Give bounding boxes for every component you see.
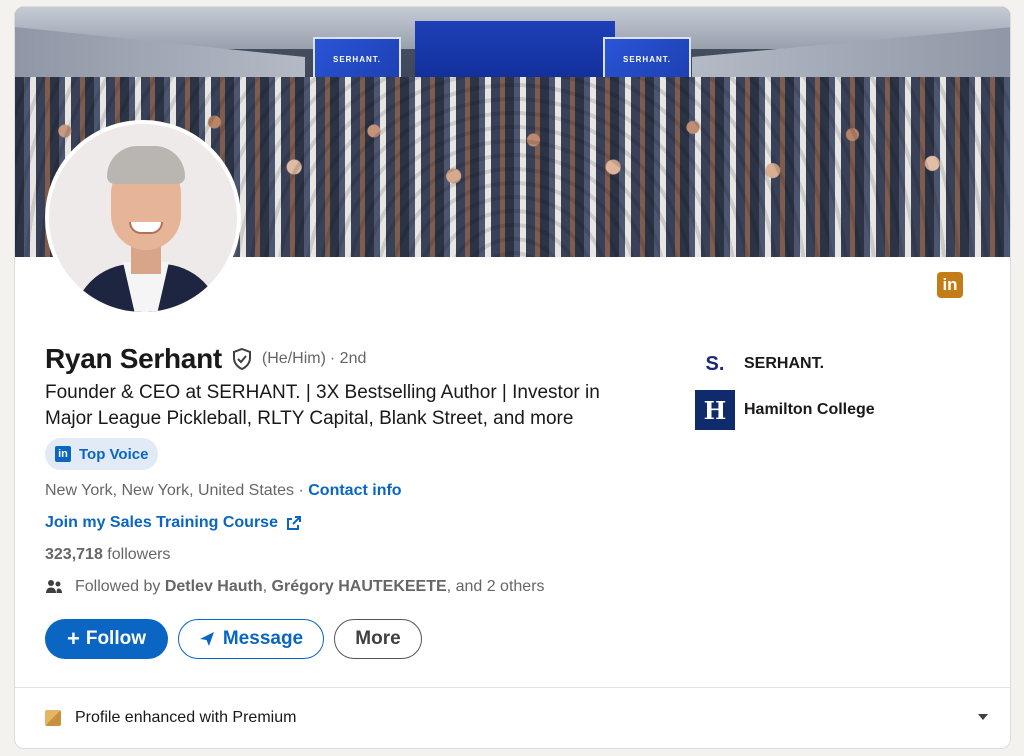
profile-name: Ryan Serhant (45, 343, 222, 374)
top-voice-badge[interactable]: in Top Voice (45, 438, 159, 470)
followed-by-prefix: Followed by (75, 578, 161, 595)
plus-icon: + (66, 626, 80, 651)
premium-label: Profile enhanced with Premium (75, 709, 297, 726)
location-row: New York, New York, United States · Cont… (45, 482, 402, 500)
top-voice-label: Top Voice (79, 445, 149, 463)
more-button[interactable]: More (334, 619, 422, 659)
message-label: Message (222, 628, 304, 649)
more-label: More (355, 628, 401, 649)
headline: Founder & CEO at SERHANT. | 3X Bestselli… (45, 382, 600, 429)
message-button[interactable]: Message (178, 619, 324, 659)
connection-degree: · 2nd (329, 350, 367, 367)
pronouns: (He/Him) (261, 350, 326, 367)
followers-label: followers (102, 546, 171, 563)
school-name-hamilton: Hamilton College (744, 401, 875, 418)
profile-card: SERHANT. SERHANT. in Ryan Serhant (He/Hi… (14, 6, 1011, 749)
mutual-follower-2[interactable]: Grégory HAUTEKEETE (272, 578, 447, 596)
linkedin-mini-icon: in (55, 446, 71, 462)
location: New York, New York, United States · (45, 482, 309, 499)
linkedin-icon[interactable]: in (937, 272, 963, 298)
avatar-hair (107, 146, 185, 184)
followed-by-sep: , (262, 578, 268, 595)
followers-count: 323,718 followers (45, 546, 170, 564)
course-link-label: Join my Sales Training Course (45, 514, 278, 531)
premium-icon (45, 710, 61, 726)
profile-photo[interactable] (45, 120, 241, 316)
company-name-serhant: SERHANT. (744, 355, 825, 372)
company-serhant[interactable]: S. SERHANT. (695, 349, 824, 379)
serhant-logo: S. (705, 352, 725, 375)
name-row: Ryan Serhant (He/Him) · 2nd (45, 343, 366, 375)
school-hamilton[interactable]: H Hamilton College (695, 390, 875, 430)
sales-course-link[interactable]: Join my Sales Training Course (45, 514, 302, 532)
follow-button[interactable]: + Follow (45, 619, 168, 659)
followers-number: 323,718 (45, 546, 103, 563)
hamilton-logo: H (695, 390, 735, 430)
verified-shield-icon[interactable] (230, 347, 254, 371)
mutual-followers[interactable]: Followed by Detlev Hauth, Grégory HAUTEK… (45, 578, 545, 596)
profile-actions: + Follow Message More (45, 619, 422, 659)
mutual-follower-1[interactable]: Detlev Hauth (165, 578, 263, 596)
caret-down-icon[interactable] (977, 711, 989, 723)
external-link-icon (286, 516, 301, 530)
people-icon (46, 580, 62, 593)
divider (15, 687, 1010, 688)
send-icon (199, 632, 214, 646)
followed-by-suffix: , and 2 others (446, 578, 545, 595)
follow-label: Follow (85, 628, 146, 649)
contact-info-link[interactable]: Contact info (308, 482, 401, 499)
premium-row[interactable]: Profile enhanced with Premium (45, 709, 988, 727)
